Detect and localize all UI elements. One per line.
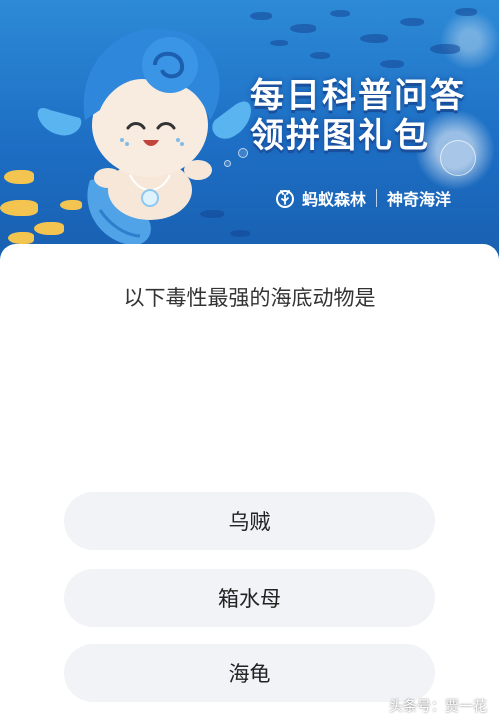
fish-decoration <box>330 10 350 17</box>
ant-forest-logo-icon <box>276 190 294 208</box>
answer-option-label: 乌贼 <box>228 510 271 534</box>
answer-option-3[interactable]: 海龟 <box>64 644 435 702</box>
answer-option-1[interactable]: 乌贼 <box>64 492 435 550</box>
sea-mascot-illustration <box>37 28 251 246</box>
brand-divider <box>376 189 378 207</box>
fish-decoration <box>290 24 316 33</box>
banner-title-line2: 领拼图礼包 <box>250 116 430 156</box>
fish-decoration <box>380 60 404 68</box>
fish-decoration <box>400 18 424 26</box>
fish-decoration <box>430 44 460 54</box>
brand-row: 蚂蚁森林 神奇海洋 <box>274 186 451 210</box>
quiz-question: 以下毒性最强的海底动物是 <box>123 286 376 310</box>
fish-decoration <box>310 52 330 59</box>
watermark: 头条号：贾一花 <box>389 699 487 715</box>
fish-decoration <box>455 8 477 16</box>
quiz-card: 以下毒性最强的海底动物是 乌贼 箱水母 海龟 <box>0 244 499 722</box>
banner-title-line1: 每日科普问答 <box>250 76 466 116</box>
answer-option-label: 海龟 <box>228 662 271 686</box>
fish-decoration <box>360 34 388 43</box>
answer-option-label: 箱水母 <box>218 587 281 611</box>
promo-banner: 每日科普问答 领拼图礼包 蚂蚁森林 神奇海洋 <box>0 0 499 265</box>
brand-magic-ocean: 神奇海洋 <box>387 190 452 209</box>
banner-title: 每日科普问答 领拼图礼包 <box>250 76 490 156</box>
fish-decoration <box>270 40 288 46</box>
brand-ant-forest: 蚂蚁森林 <box>302 190 367 209</box>
answer-option-2[interactable]: 箱水母 <box>64 569 435 627</box>
